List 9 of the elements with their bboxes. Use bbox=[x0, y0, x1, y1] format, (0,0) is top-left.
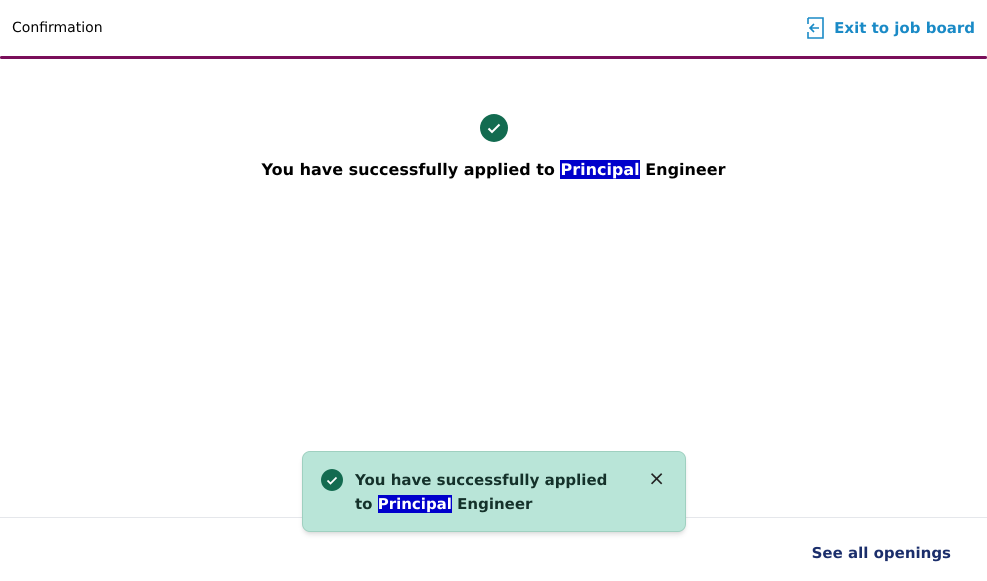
success-icon bbox=[480, 114, 508, 142]
toast-message: You have successfully applied to Principal Engineer bbox=[355, 470, 608, 515]
exit-icon bbox=[806, 17, 826, 39]
close-button[interactable]: × bbox=[644, 468, 669, 488]
confirmation-message: You have successfully applied to Principal Engineer bbox=[262, 159, 726, 181]
see-all-openings-link[interactable]: See all openings bbox=[812, 534, 951, 565]
success-icon bbox=[321, 469, 343, 491]
page-title: Confirmation bbox=[12, 18, 103, 38]
exit-link[interactable]: Exit to job board bbox=[806, 16, 975, 40]
